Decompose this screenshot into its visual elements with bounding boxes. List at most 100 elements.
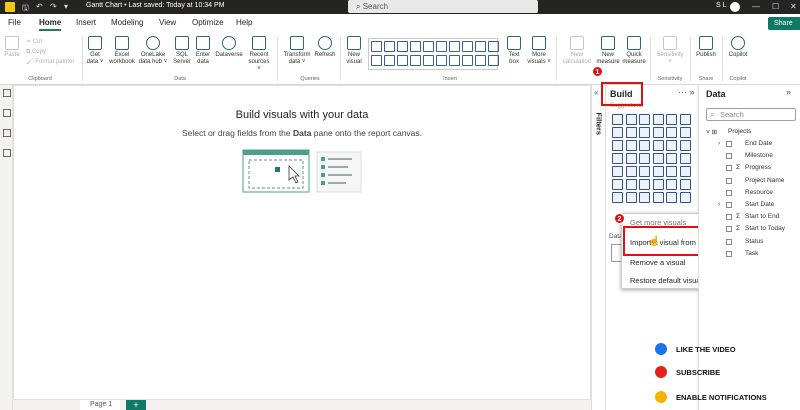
field-checkbox[interactable] xyxy=(726,177,732,184)
text-box-label: Text xyxy=(508,52,520,58)
document-title[interactable]: Gantt Chart • Last saved: Today at 10:34… xyxy=(86,2,225,9)
table-projects[interactable]: Projects xyxy=(728,128,751,135)
text-box-label-2: box xyxy=(509,59,519,65)
quick-measure-button[interactable]: Quick measure xyxy=(621,36,647,66)
sensitivity-label-2: ˅ xyxy=(668,59,672,65)
field-checkbox[interactable] xyxy=(726,189,732,196)
tab-help[interactable]: Help xyxy=(236,18,252,27)
enter-data-button[interactable]: Enter data xyxy=(194,36,212,66)
table-expand-icon[interactable]: ˅ ⊞ xyxy=(706,128,717,136)
field-checkbox[interactable] xyxy=(726,165,732,172)
undo-icon[interactable]: ↶ xyxy=(36,2,43,11)
hand-cursor-icon: ☝ xyxy=(648,236,661,247)
onelake-data-hub-button[interactable]: OneLake data hub ˅ xyxy=(138,36,168,66)
field-checkbox[interactable] xyxy=(726,141,732,147)
share-button[interactable]: Share xyxy=(768,17,800,30)
separator xyxy=(650,37,651,81)
expand-date-icon[interactable]: › xyxy=(718,140,720,147)
collapse-data-pane-icon[interactable]: » xyxy=(786,87,791,97)
add-page-button[interactable]: + xyxy=(126,400,146,410)
sql-label-2: Server xyxy=(173,59,191,65)
field-checkbox[interactable] xyxy=(726,226,732,233)
field-name: Start Date xyxy=(745,201,775,208)
format-painter-button[interactable]: 🖌 Format painter xyxy=(26,57,74,67)
more-visuals-button[interactable]: More visuals ˅ xyxy=(527,36,551,66)
tab-optimize[interactable]: Optimize xyxy=(192,18,224,27)
new-visual-button[interactable]: New visual xyxy=(343,36,365,66)
sql-server-button[interactable]: SQL Server xyxy=(172,36,192,66)
get-data-label-2: data ˅ xyxy=(86,59,104,65)
page-tab[interactable]: Page 1 xyxy=(80,400,120,410)
field-name: Start to Today xyxy=(745,225,785,233)
like-the-video-text: LIKE THE VIDEO xyxy=(676,345,736,354)
title-bar: 🖫 ↶ ↷ ▾ Gantt Chart • Last saved: Today … xyxy=(0,0,800,14)
cut-button[interactable]: ✂ Cut xyxy=(26,37,74,47)
get-data-button[interactable]: Get data ˅ xyxy=(85,36,105,66)
new-measure-button[interactable]: New measure xyxy=(596,36,620,66)
field-name: Project Name xyxy=(745,176,785,184)
sensitivity-group-label: Sensitivity xyxy=(657,76,683,82)
table-view-icon[interactable] xyxy=(3,109,11,117)
visual-gallery[interactable] xyxy=(368,38,499,70)
redo-icon[interactable]: ↷ xyxy=(50,2,57,11)
transform-data-button[interactable]: Transform data ˅ xyxy=(282,36,312,66)
database-icon xyxy=(88,36,102,50)
field-checkbox[interactable] xyxy=(726,238,732,245)
maximize-icon[interactable]: ☐ xyxy=(772,2,779,11)
field-checkbox[interactable] xyxy=(726,250,732,257)
new-calculation-button[interactable]: New calculation xyxy=(560,36,594,66)
sigma-icon: Σ xyxy=(736,164,741,172)
copy-button[interactable]: ⧉ Copy xyxy=(26,47,74,57)
minimize-icon[interactable]: — xyxy=(752,2,760,11)
tab-view[interactable]: View xyxy=(159,18,176,27)
field-name: Resource xyxy=(745,188,773,196)
menu-item-restore-default-visuals[interactable]: Restore default visuals xyxy=(630,276,706,285)
publish-label: Publish xyxy=(696,52,716,58)
filters-label[interactable]: Filters xyxy=(595,113,604,136)
excel-workbook-button[interactable]: Excel workbook xyxy=(108,36,136,66)
separator xyxy=(722,37,723,81)
highlight-box-build xyxy=(601,82,643,106)
build-more-options-icon[interactable]: ⋯ » xyxy=(678,87,695,98)
refresh-button[interactable]: Refresh xyxy=(313,36,337,59)
expand-filters-icon[interactable]: « xyxy=(594,88,598,97)
recent-sources-button[interactable]: Recent sources ˅ xyxy=(246,36,272,73)
field-name: End Date xyxy=(745,140,773,147)
step-badge-2: 2 xyxy=(614,213,625,224)
canvas-subtitle: Select or drag fields from the Data pane… xyxy=(13,128,591,138)
more-visuals-icon xyxy=(532,36,546,50)
field-checkbox[interactable] xyxy=(726,153,732,160)
data-search-input[interactable]: ⌕ Search xyxy=(706,108,796,121)
dataverse-button[interactable]: Dataverse xyxy=(214,36,244,59)
field-name: Start to End xyxy=(745,213,780,221)
dax-query-view-icon[interactable] xyxy=(3,149,11,157)
report-view-icon[interactable] xyxy=(3,89,11,97)
sensitivity-button[interactable]: Sensitivity ˅ xyxy=(653,36,687,66)
quick-measure-icon xyxy=(627,36,641,50)
visualization-icons-grid[interactable] xyxy=(612,114,692,203)
paste-button[interactable]: Paste xyxy=(3,36,21,59)
text-box-button[interactable]: Text box xyxy=(504,36,524,66)
search-box[interactable]: ⌕ Search xyxy=(348,0,538,13)
menu-item-remove-visual[interactable]: Remove a visual xyxy=(630,258,685,267)
quick-access-dropdown-icon[interactable]: ▾ xyxy=(64,2,68,11)
copilot-button[interactable]: Copilot xyxy=(725,36,751,59)
share-group-label: Share xyxy=(698,76,714,82)
field-checkbox[interactable] xyxy=(726,214,732,221)
tab-modeling[interactable]: Modeling xyxy=(111,18,143,27)
dataverse-icon xyxy=(222,36,236,50)
copy-label: Copy xyxy=(31,49,46,55)
data-group-label: Data xyxy=(174,76,186,82)
table-icon xyxy=(196,36,210,50)
expand-date-icon[interactable]: › xyxy=(718,201,720,208)
publish-button[interactable]: Publish xyxy=(693,36,719,59)
tab-file[interactable]: File xyxy=(8,18,21,27)
field-name: Status xyxy=(745,237,764,245)
close-icon[interactable]: ✕ xyxy=(790,2,797,11)
field-checkbox[interactable] xyxy=(726,202,732,208)
avatar[interactable] xyxy=(730,2,740,12)
model-view-icon[interactable] xyxy=(3,129,11,137)
tab-insert[interactable]: Insert xyxy=(76,18,96,27)
onelake-icon xyxy=(146,36,160,50)
tab-home[interactable]: Home xyxy=(39,18,62,31)
